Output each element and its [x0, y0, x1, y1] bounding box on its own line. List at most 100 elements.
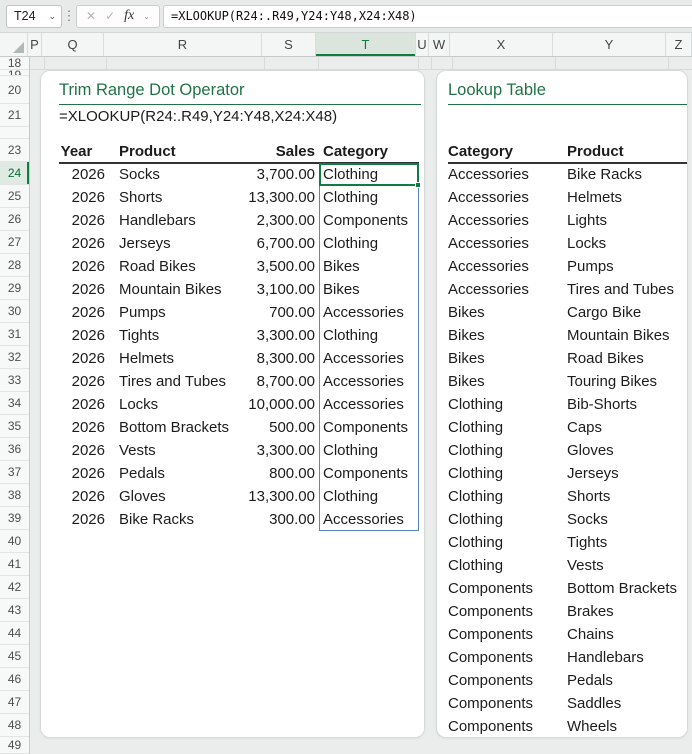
lookup-table-cell[interactable]: Accessories [448, 278, 563, 301]
trim-table-cell[interactable]: 2026 [45, 462, 105, 485]
trim-table-cell[interactable]: 2026 [45, 301, 105, 324]
lookup-table-cell[interactable]: Accessories [448, 186, 563, 209]
lookup-table-cell[interactable]: Socks [567, 508, 685, 531]
trim-table-cell[interactable]: 13,300.00 [227, 186, 315, 209]
lookup-table-cell[interactable]: Helmets [567, 186, 685, 209]
lookup-table-cell[interactable]: Pedals [567, 669, 685, 692]
trim-table-cell[interactable]: 700.00 [227, 301, 315, 324]
lookup-table-cell[interactable]: Bikes [448, 324, 563, 347]
trim-table-cell[interactable]: 2026 [45, 232, 105, 255]
trim-table-cell[interactable]: 3,300.00 [227, 439, 315, 462]
trim-table-cell[interactable]: Accessories [323, 508, 417, 531]
lookup-table-cell[interactable]: Bib-Shorts [567, 393, 685, 416]
column-header-lookup-category[interactable]: Category [448, 140, 563, 163]
trim-table-cell[interactable]: 2026 [45, 324, 105, 347]
trim-table-cell[interactable]: Components [323, 462, 417, 485]
row-header-27[interactable]: 27 [0, 231, 29, 254]
row-header-37[interactable]: 37 [0, 461, 29, 484]
trim-table-cell[interactable]: 2026 [45, 186, 105, 209]
lookup-table-cell[interactable]: Clothing [448, 485, 563, 508]
enter-icon[interactable]: ✓ [105, 9, 115, 23]
trim-table-cell[interactable]: 10,000.00 [227, 393, 315, 416]
row-header-29[interactable]: 29 [0, 277, 29, 300]
row-header-24[interactable]: 24 [0, 162, 29, 185]
row-header-42[interactable]: 42 [0, 576, 29, 599]
row-header-30[interactable]: 30 [0, 300, 29, 323]
trim-table-cell[interactable]: Clothing [323, 232, 417, 255]
trim-table-cell[interactable]: Clothing [323, 485, 417, 508]
lookup-table-cell[interactable]: Components [448, 623, 563, 646]
row-header-47[interactable]: 47 [0, 691, 29, 714]
select-all-corner[interactable] [0, 33, 28, 56]
row-header-22[interactable]: 22 [0, 127, 29, 139]
lookup-table-cell[interactable]: Shorts [567, 485, 685, 508]
trim-table-cell[interactable]: Clothing [323, 439, 417, 462]
formula-bar-expand-icon[interactable]: ⌄ [143, 12, 150, 21]
lookup-table-cell[interactable]: Brakes [567, 600, 685, 623]
lookup-table-cell[interactable]: Components [448, 692, 563, 715]
lookup-table-cell[interactable]: Bikes [448, 370, 563, 393]
lookup-table-cell[interactable]: Clothing [448, 531, 563, 554]
lookup-table-cell[interactable]: Chains [567, 623, 685, 646]
trim-table-cell[interactable]: Clothing [323, 324, 417, 347]
trim-table-cell[interactable]: 300.00 [227, 508, 315, 531]
column-header-Y[interactable]: Y [553, 33, 666, 56]
row-header-40[interactable]: 40 [0, 530, 29, 553]
row-header-45[interactable]: 45 [0, 645, 29, 668]
column-header-R[interactable]: R [104, 33, 262, 56]
trim-table-cell[interactable]: 800.00 [227, 462, 315, 485]
trim-table-cell[interactable]: Clothing [323, 163, 417, 186]
row-header-38[interactable]: 38 [0, 484, 29, 507]
row-header-43[interactable]: 43 [0, 599, 29, 622]
row-header-21[interactable]: 21 [0, 104, 29, 127]
column-header-U[interactable]: U [416, 33, 429, 56]
lookup-table-cell[interactable]: Bikes [448, 301, 563, 324]
lookup-table-cell[interactable]: Saddles [567, 692, 685, 715]
trim-table-cell[interactable]: Bikes [323, 255, 417, 278]
trim-table-cell[interactable]: 8,700.00 [227, 370, 315, 393]
lookup-table-cell[interactable]: Components [448, 715, 563, 738]
lookup-table-cell[interactable]: Tights [567, 531, 685, 554]
trim-table-cell[interactable]: 2026 [45, 439, 105, 462]
lookup-table-cell[interactable]: Clothing [448, 393, 563, 416]
column-header-category[interactable]: Category [323, 140, 417, 163]
column-header-sales[interactable]: Sales [227, 140, 315, 163]
lookup-table-cell[interactable]: Accessories [448, 232, 563, 255]
lookup-table-cell[interactable]: Wheels [567, 715, 685, 738]
chevron-down-icon[interactable]: ⌄ [48, 11, 56, 22]
lookup-table-cell[interactable]: Bottom Brackets [567, 577, 685, 600]
row-header-18[interactable]: 18 [0, 57, 29, 70]
lookup-table-cell[interactable]: Vests [567, 554, 685, 577]
row-header-41[interactable]: 41 [0, 553, 29, 576]
trim-table-cell[interactable]: Accessories [323, 347, 417, 370]
row-header-48[interactable]: 48 [0, 714, 29, 737]
lookup-table-cell[interactable]: Bike Racks [567, 163, 685, 186]
insert-function-icon[interactable]: fx [124, 8, 134, 24]
row-header-20[interactable]: 20 [0, 76, 29, 104]
lookup-table-cell[interactable]: Lights [567, 209, 685, 232]
column-header-Q[interactable]: Q [42, 33, 104, 56]
trim-table-cell[interactable]: 2026 [45, 370, 105, 393]
trim-table-cell[interactable]: Components [323, 416, 417, 439]
lookup-table-cell[interactable]: Tires and Tubes [567, 278, 685, 301]
trim-table-cell[interactable]: Accessories [323, 393, 417, 416]
trim-table-cell[interactable]: 2,300.00 [227, 209, 315, 232]
lookup-table-cell[interactable]: Gloves [567, 439, 685, 462]
lookup-table-cell[interactable]: Handlebars [567, 646, 685, 669]
lookup-table-cell[interactable]: Components [448, 577, 563, 600]
row-header-23[interactable]: 23 [0, 139, 29, 162]
row-header-35[interactable]: 35 [0, 415, 29, 438]
trim-table-cell[interactable]: 6,700.00 [227, 232, 315, 255]
column-header-T[interactable]: T [316, 33, 416, 56]
trim-table-cell[interactable]: 2026 [45, 416, 105, 439]
trim-card-formula-cell[interactable]: =XLOOKUP(R24:.R49,Y24:Y48,X24:X48) [59, 105, 337, 128]
cancel-icon[interactable]: ✕ [86, 9, 96, 23]
row-header-34[interactable]: 34 [0, 392, 29, 415]
trim-table-cell[interactable]: 8,300.00 [227, 347, 315, 370]
lookup-table-cell[interactable]: Accessories [448, 255, 563, 278]
lookup-table-cell[interactable]: Clothing [448, 462, 563, 485]
lookup-table-cell[interactable]: Clothing [448, 439, 563, 462]
lookup-table-cell[interactable]: Accessories [448, 163, 563, 186]
lookup-table-cell[interactable]: Components [448, 669, 563, 692]
lookup-table-cell[interactable]: Clothing [448, 416, 563, 439]
